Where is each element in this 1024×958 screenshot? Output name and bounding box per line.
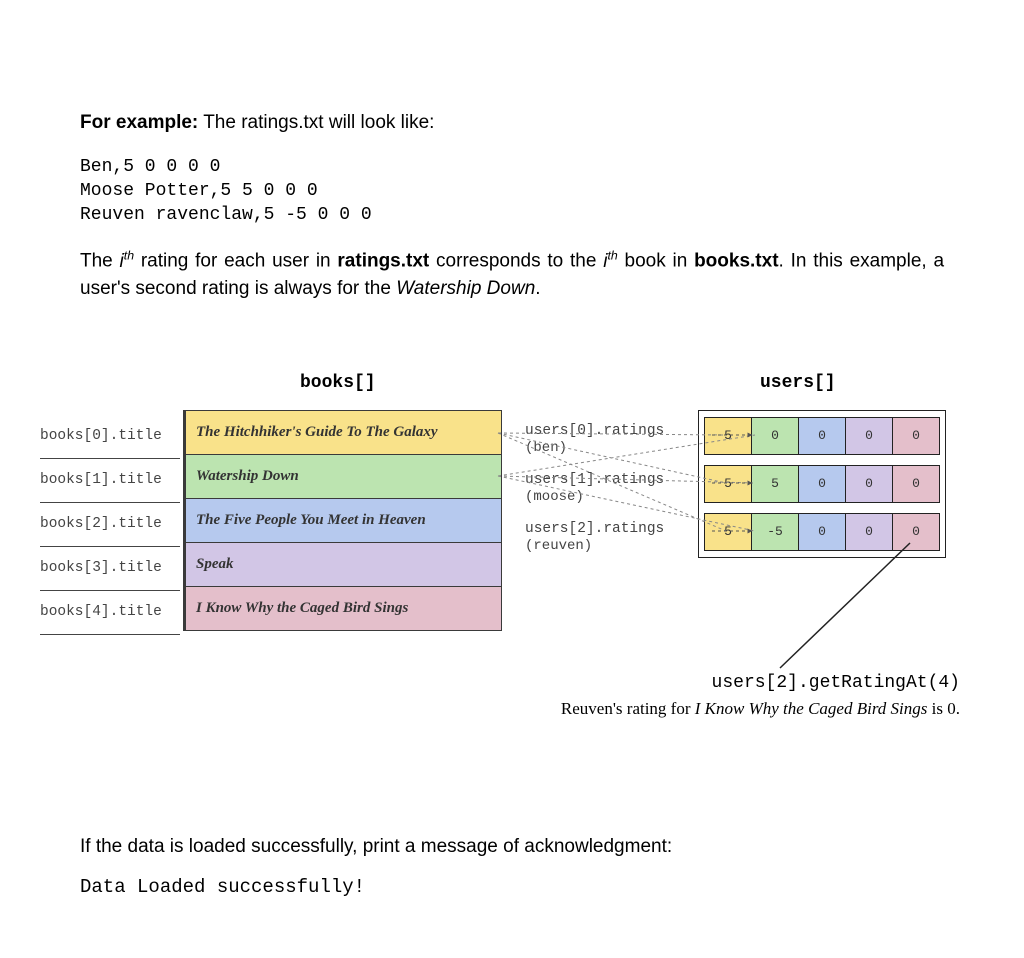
book-label: books[0].title bbox=[40, 415, 180, 459]
books-index-labels: books[0].title books[1].title books[2].t… bbox=[40, 415, 180, 635]
correspondence-paragraph: The ith rating for each user in ratings.… bbox=[80, 247, 944, 302]
intro-bold: For example: bbox=[80, 112, 198, 133]
rating-cell: 0 bbox=[846, 514, 893, 550]
rating-row: 5 5 0 0 0 bbox=[704, 465, 940, 503]
annotation-block: users[2].getRatingAt(4) Reuven's rating … bbox=[440, 673, 960, 719]
users-heading: users[] bbox=[760, 373, 836, 393]
book-label: books[2].title bbox=[40, 503, 180, 547]
user-label: users[2].ratings (reuven) bbox=[525, 513, 693, 562]
ack-code: Data Loaded successfully! bbox=[80, 876, 944, 898]
rating-cell: 0 bbox=[799, 418, 846, 454]
users-array: 5 0 0 0 0 5 5 0 0 0 5 -5 0 0 0 bbox=[698, 410, 946, 558]
rating-cell: 0 bbox=[893, 466, 939, 502]
books-users-diagram: books[] users[] books[0].title books[1].… bbox=[40, 363, 960, 803]
rating-row: 5 0 0 0 0 bbox=[704, 417, 940, 455]
annotation-desc: Reuven's rating for I Know Why the Caged… bbox=[440, 699, 960, 719]
rating-cell: 0 bbox=[846, 418, 893, 454]
book-cell: The Hitchhiker's Guide To The Galaxy bbox=[186, 411, 501, 454]
book-label: books[3].title bbox=[40, 547, 180, 591]
ratings-sample-code: Ben,5 0 0 0 0 Moose Potter,5 5 0 0 0 Reu… bbox=[80, 155, 944, 228]
books-array: The Hitchhiker's Guide To The Galaxy Wat… bbox=[183, 410, 502, 631]
rating-cell: 5 bbox=[705, 466, 752, 502]
users-index-labels: users[0].ratings (ben) users[1].ratings … bbox=[525, 415, 693, 562]
user-label: users[0].ratings (ben) bbox=[525, 415, 693, 464]
rating-row: 5 -5 0 0 0 bbox=[704, 513, 940, 551]
intro-paragraph: For example: The ratings.txt will look l… bbox=[80, 109, 944, 137]
annotation-call: users[2].getRatingAt(4) bbox=[440, 673, 960, 693]
rating-cell: 0 bbox=[752, 418, 799, 454]
rating-cell: 0 bbox=[799, 466, 846, 502]
rating-cell: -5 bbox=[752, 514, 799, 550]
rating-cell: 5 bbox=[752, 466, 799, 502]
ack-paragraph: If the data is loaded successfully, prin… bbox=[80, 833, 944, 861]
rating-cell: 5 bbox=[705, 514, 752, 550]
book-label: books[4].title bbox=[40, 591, 180, 635]
rating-cell: 0 bbox=[893, 514, 939, 550]
intro-rest: The ratings.txt will look like: bbox=[198, 112, 434, 133]
book-cell: Speak bbox=[186, 542, 501, 586]
book-cell: The Five People You Meet in Heaven bbox=[186, 498, 501, 542]
user-label: users[1].ratings (moose) bbox=[525, 464, 693, 513]
book-cell: I Know Why the Caged Bird Sings bbox=[186, 586, 501, 630]
books-heading: books[] bbox=[300, 373, 376, 393]
book-cell: Watership Down bbox=[186, 454, 501, 498]
document-page: For example: The ratings.txt will look l… bbox=[0, 0, 1024, 958]
rating-cell: 0 bbox=[799, 514, 846, 550]
rating-cell: 0 bbox=[846, 466, 893, 502]
rating-cell: 5 bbox=[705, 418, 752, 454]
rating-cell: 0 bbox=[893, 418, 939, 454]
book-label: books[1].title bbox=[40, 459, 180, 503]
